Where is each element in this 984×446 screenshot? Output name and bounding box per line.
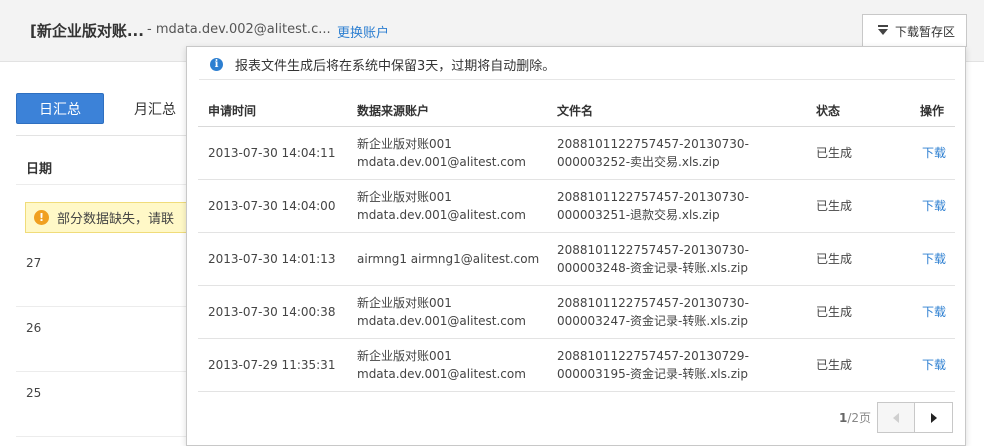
download-staging-panel: i 报表文件生成后将在系统中保留3天，过期将自动删除。 申请时间 数据来源账户 … — [186, 46, 966, 446]
date-row-label: 26 — [26, 321, 42, 335]
request-time: 2013-07-30 14:04:11 — [208, 146, 336, 160]
date-row-label: 25 — [26, 386, 42, 400]
file-name-line2: 000003252-卖出交易.xls.zip — [557, 155, 720, 169]
column-header-status: 状态 — [816, 104, 841, 118]
tab-daily-summary[interactable]: 日汇总 — [16, 93, 104, 124]
switch-account-link[interactable]: 更换账户 — [337, 22, 389, 41]
account-name: [新企业版对账... — [30, 22, 144, 40]
file-name-line2: 000003195-资金记录-转账.xls.zip — [557, 367, 748, 381]
file-name: 2088101122757457-20130730- 000003248-资金记录… — [557, 241, 749, 277]
table-row: 2013-07-30 14:01:13 airmng1 airmng1@alit… — [198, 233, 955, 286]
file-table: 申请时间 数据来源账户 文件名 状态 操作 2013-07-30 14:04:1… — [198, 93, 955, 392]
download-link[interactable]: 下载 — [922, 197, 946, 215]
date-row-label: 27 — [26, 256, 42, 270]
status: 已生成 — [816, 199, 853, 213]
date-column-header: 日期 — [26, 162, 53, 177]
file-name-line1: 2088101122757457-20130729- — [557, 349, 749, 363]
download-link[interactable]: 下载 — [922, 356, 946, 374]
account-email: - mdata.dev.002@alitest.c... — [147, 22, 331, 37]
status: 已生成 — [816, 358, 853, 372]
divider — [16, 184, 188, 185]
retention-notice: i 报表文件生成后将在系统中保留3天，过期将自动删除。 — [199, 49, 955, 80]
account-name: 新企业版对账001 — [357, 137, 452, 151]
info-icon: i — [210, 57, 223, 71]
column-header-request-time: 申请时间 — [208, 104, 257, 118]
account-email: mdata.dev.001@alitest.com — [357, 155, 526, 169]
file-name: 2088101122757457-20130730- 000003251-退款交易… — [557, 188, 749, 224]
account-email: mdata.dev.001@alitest.com — [357, 208, 526, 222]
file-name-line1: 2088101122757457-20130730- — [557, 137, 749, 151]
missing-data-warning: ! 部分数据缺失，请联 — [25, 202, 188, 233]
request-time: 2013-07-29 11:35:31 — [208, 358, 336, 372]
file-name: 2088101122757457-20130730- 000003247-资金记录… — [557, 294, 749, 330]
account-name: 新企业版对账001 — [357, 296, 452, 310]
chevron-right-icon — [930, 412, 937, 423]
request-time: 2013-07-30 14:01:13 — [208, 252, 336, 266]
notice-text: 报表文件生成后将在系统中保留3天，过期将自动删除。 — [235, 58, 556, 74]
download-link[interactable]: 下载 — [922, 303, 946, 321]
download-link[interactable]: 下载 — [922, 144, 946, 162]
table-row: 2013-07-30 14:00:38 新企业版对账001 mdata.dev.0… — [198, 286, 955, 339]
status: 已生成 — [816, 305, 853, 319]
account-name: 新企业版对账001 — [357, 190, 452, 204]
column-header-source-account: 数据来源账户 — [357, 104, 430, 118]
source-account: 新企业版对账001 mdata.dev.001@alitest.com — [357, 294, 526, 330]
account-email: mdata.dev.001@alitest.com — [357, 314, 526, 328]
file-name-line1: 2088101122757457-20130730- — [557, 243, 749, 257]
page-indicator: 1/2页 — [839, 409, 871, 426]
account-name: 新企业版对账001 — [357, 349, 452, 363]
exclamation-icon: ! — [34, 210, 49, 225]
source-account: 新企业版对账001 mdata.dev.001@alitest.com — [357, 188, 526, 224]
warning-text: 部分数据缺失，请联 — [57, 212, 175, 227]
file-name: 2088101122757457-20130729- 000003195-资金记录… — [557, 347, 749, 383]
total-pages: /2页 — [847, 411, 871, 425]
divider — [16, 371, 188, 372]
download-arrow-icon — [877, 25, 889, 37]
request-time: 2013-07-30 14:00:38 — [208, 305, 336, 319]
chevron-left-icon — [893, 412, 899, 423]
source-account: airmng1 airmng1@alitest.com — [357, 252, 540, 266]
download-link[interactable]: 下载 — [922, 250, 946, 268]
divider — [16, 135, 188, 136]
request-time: 2013-07-30 14:04:00 — [208, 199, 336, 213]
table-row: 2013-07-30 14:04:00 新企业版对账001 mdata.dev.0… — [198, 180, 955, 233]
file-name: 2088101122757457-20130730- 000003252-卖出交易… — [557, 135, 749, 171]
pagination: 1/2页 — [839, 402, 953, 433]
download-area-button[interactable]: 下载暂存区 — [862, 14, 967, 47]
column-header-file-name: 文件名 — [557, 104, 594, 118]
source-account: 新企业版对账001 mdata.dev.001@alitest.com — [357, 347, 526, 383]
file-name-line1: 2088101122757457-20130730- — [557, 190, 749, 204]
file-name-line2: 000003248-资金记录-转账.xls.zip — [557, 261, 748, 275]
status: 已生成 — [816, 252, 853, 266]
account-email: mdata.dev.001@alitest.com — [357, 367, 526, 381]
next-page-button[interactable] — [915, 402, 953, 433]
table-row: 2013-07-29 11:35:31 新企业版对账001 mdata.dev.0… — [198, 339, 955, 392]
table-row: 2013-07-30 14:04:11 新企业版对账001 mdata.dev.0… — [198, 127, 955, 180]
divider — [16, 306, 188, 307]
status: 已生成 — [816, 146, 853, 160]
download-area-label: 下载暂存区 — [895, 24, 956, 39]
divider — [16, 436, 188, 437]
file-name-line2: 000003247-资金记录-转账.xls.zip — [557, 314, 748, 328]
source-account: 新企业版对账001 mdata.dev.001@alitest.com — [357, 135, 526, 171]
prev-page-button[interactable] — [877, 402, 915, 433]
file-name-line2: 000003251-退款交易.xls.zip — [557, 208, 720, 222]
column-header-action: 操作 — [920, 104, 945, 118]
file-name-line1: 2088101122757457-20130730- — [557, 296, 749, 310]
table-header: 申请时间 数据来源账户 文件名 状态 操作 — [198, 93, 955, 127]
